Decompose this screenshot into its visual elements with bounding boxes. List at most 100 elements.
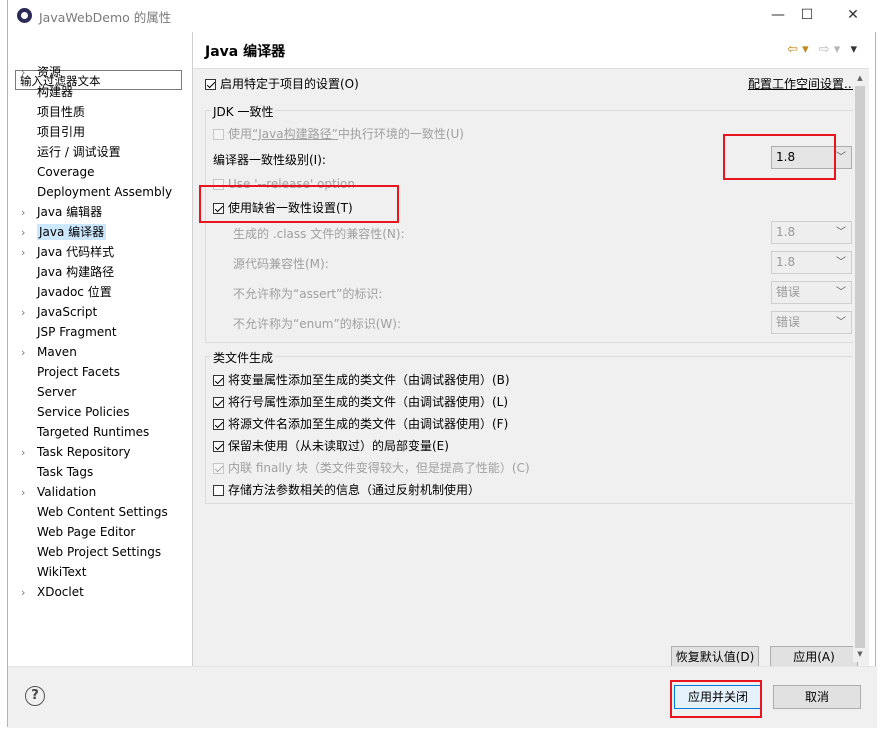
- tree-item[interactable]: › JavaScript: [21, 302, 97, 322]
- use-build-path-checkbox[interactable]: [213, 129, 224, 140]
- tree-item[interactable]: Web Content Settings: [21, 502, 168, 522]
- chevron-right-icon[interactable]: ›: [21, 63, 37, 83]
- tree-item[interactable]: Deployment Assembly: [21, 182, 172, 202]
- chevron-down-icon: ﹀: [836, 317, 846, 328]
- tree-item[interactable]: › XDoclet: [21, 582, 84, 602]
- tree-item-label: Coverage: [37, 165, 95, 179]
- classfile-option[interactable]: 保留未使用（从未读取过）的局部变量(E): [213, 437, 449, 454]
- restore-defaults-button[interactable]: 恢复默认值(D): [671, 646, 759, 668]
- tree-item[interactable]: WikiText: [21, 562, 87, 582]
- tree-item[interactable]: Coverage: [21, 162, 95, 182]
- tree-item[interactable]: Task Tags: [21, 462, 93, 482]
- source-compat-select[interactable]: 1.8 ﹀: [771, 251, 852, 274]
- tree-item[interactable]: 项目性质: [21, 102, 85, 122]
- tree-item[interactable]: › Task Repository: [21, 442, 131, 462]
- menu-dropdown-icon[interactable]: ▾: [850, 42, 857, 57]
- tree-item-label: 构建器: [37, 85, 74, 99]
- configure-workspace-link[interactable]: 配置工作空间设置...: [748, 75, 855, 92]
- chevron-down-icon: ﹀: [836, 287, 846, 298]
- class-compat-select[interactable]: 1.8 ﹀: [771, 221, 852, 244]
- vertical-scrollbar[interactable]: ▲ ▼: [853, 72, 867, 662]
- classfile-option[interactable]: 将源文件名添加至生成的类文件（由调试器使用）(F): [213, 415, 508, 432]
- assert-select[interactable]: 错误 ﹀: [771, 281, 852, 304]
- classfile-option-checkbox[interactable]: [213, 485, 224, 496]
- tree-item[interactable]: Service Policies: [21, 402, 130, 422]
- tree-item[interactable]: › Java 编辑器: [21, 202, 102, 222]
- chevron-right-icon[interactable]: ›: [21, 203, 37, 223]
- tree-item-label: WikiText: [37, 565, 87, 579]
- classfile-option-label: 内联 finally 块（类文件变得较大，但是提高了性能）(C): [228, 461, 530, 475]
- chevron-down-icon: ﹀: [836, 257, 846, 268]
- tree-item[interactable]: JSP Fragment: [21, 322, 117, 342]
- tree-item[interactable]: 构建器: [21, 82, 73, 102]
- use-build-path-compliance[interactable]: 使用“Java构建路径”中执行环境的一致性(U): [213, 125, 464, 142]
- tree-item[interactable]: 运行 / 调试设置: [21, 142, 121, 162]
- tree-item-label: Project Facets: [37, 365, 120, 379]
- chevron-right-icon[interactable]: ›: [21, 443, 37, 463]
- tree-item-label: 运行 / 调试设置: [37, 145, 121, 159]
- tree-item[interactable]: › Validation: [21, 482, 96, 502]
- back-arrow-icon[interactable]: ⇦ ▾: [787, 42, 809, 57]
- minimize-button[interactable]: —: [763, 4, 793, 26]
- tree-item-label: 资源: [37, 65, 62, 79]
- classfile-option-checkbox[interactable]: [213, 397, 224, 408]
- classfile-option-label: 将源文件名添加至生成的类文件（由调试器使用）(F): [228, 417, 509, 431]
- classfile-option-checkbox[interactable]: [213, 419, 224, 430]
- enum-label: 不允许称为“enum”的标识(W):: [233, 317, 401, 331]
- tree-item[interactable]: › Java 编译器: [21, 222, 107, 243]
- chevron-right-icon[interactable]: ›: [21, 583, 37, 603]
- compliance-level-label: 编译器一致性级别(I):: [213, 153, 326, 167]
- title-bar: JavaWebDemo 的属性 — ☐ ✕: [8, 0, 877, 32]
- classfile-option[interactable]: 将行号属性添加至生成的类文件（由调试器使用）(L): [213, 393, 508, 410]
- scroll-thumb[interactable]: [855, 86, 865, 648]
- chevron-right-icon[interactable]: ›: [21, 483, 37, 503]
- enable-project-settings[interactable]: 启用特定于项目的设置(O): [205, 75, 359, 92]
- help-icon[interactable]: ?: [25, 686, 45, 706]
- classfile-option-label: 将变量属性添加至生成的类文件（由调试器使用）(B): [228, 373, 510, 387]
- apply-button[interactable]: 应用(A): [770, 646, 858, 668]
- close-button[interactable]: ✕: [838, 4, 868, 26]
- tree-item[interactable]: Project Facets: [21, 362, 120, 382]
- tree-item-label: Task Repository: [37, 445, 131, 459]
- tree-item[interactable]: Web Project Settings: [21, 542, 161, 562]
- tree-item-label: 项目引用: [37, 125, 86, 139]
- tree-item[interactable]: Server: [21, 382, 76, 402]
- classfile-option-label: 保留未使用（从未读取过）的局部变量(E): [228, 439, 449, 453]
- classfile-option[interactable]: 存储方法参数相关的信息（通过反射机制使用）: [213, 481, 480, 498]
- tree-item-label: Server: [37, 385, 77, 399]
- tree-item[interactable]: Targeted Runtimes: [21, 422, 149, 442]
- tree-item-label: Javadoc 位置: [37, 285, 112, 299]
- classfile-option[interactable]: 内联 finally 块（类文件变得较大，但是提高了性能）(C): [213, 459, 530, 476]
- forward-arrow-icon[interactable]: ⇨ ▾: [819, 42, 841, 57]
- cancel-button[interactable]: 取消: [773, 685, 861, 709]
- java-build-path-link[interactable]: “Java构建路径”: [252, 127, 338, 141]
- chevron-right-icon[interactable]: ›: [21, 343, 37, 363]
- maximize-button[interactable]: ☐: [792, 4, 822, 26]
- classfile-option-checkbox[interactable]: [213, 375, 224, 386]
- tree-item-label: 项目性质: [37, 105, 86, 119]
- scroll-up-icon[interactable]: ▲: [853, 74, 867, 86]
- scroll-down-icon[interactable]: ▼: [853, 650, 867, 662]
- tree-item[interactable]: Javadoc 位置: [21, 282, 112, 302]
- classfile-option[interactable]: 将变量属性添加至生成的类文件（由调试器使用）(B): [213, 371, 510, 388]
- right-panel: Java 编译器 ⇦ ▾ ⇨ ▾ ▾ 启用特定于项目的设置(O) 配置工作空间设…: [193, 32, 869, 668]
- enum-select[interactable]: 错误 ﹀: [771, 311, 852, 334]
- tree-item-label: XDoclet: [37, 585, 84, 599]
- classfile-option-checkbox[interactable]: [213, 441, 224, 452]
- chevron-right-icon[interactable]: ›: [21, 243, 37, 263]
- chevron-right-icon[interactable]: ›: [21, 303, 37, 323]
- enable-project-settings-checkbox[interactable]: [205, 79, 216, 90]
- chevron-right-icon[interactable]: ›: [21, 223, 37, 243]
- tree-item[interactable]: Java 构建路径: [21, 262, 114, 282]
- tree-item[interactable]: › 资源: [21, 62, 61, 82]
- tree-item[interactable]: › Java 代码样式: [21, 242, 114, 262]
- tree-item-label: Java 编辑器: [37, 205, 103, 219]
- tree-item-label: Task Tags: [37, 465, 94, 479]
- tree-item-label: JavaScript: [37, 305, 98, 319]
- tree-item[interactable]: 项目引用: [21, 122, 85, 142]
- tree-item[interactable]: › Maven: [21, 342, 77, 362]
- tree-item-label: Targeted Runtimes: [37, 425, 150, 439]
- class-compat-label: 生成的 .class 文件的兼容性(N):: [233, 227, 405, 241]
- tree-item[interactable]: Web Page Editor: [21, 522, 135, 542]
- classfile-option-checkbox[interactable]: [213, 463, 224, 474]
